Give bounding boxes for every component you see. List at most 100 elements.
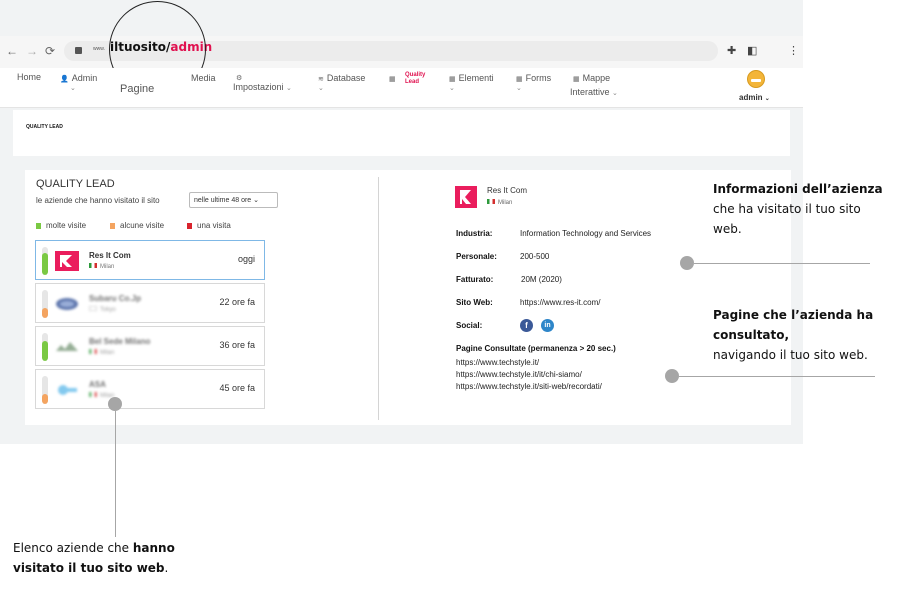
legend-label: una visita	[197, 221, 231, 230]
company-city: Milan	[89, 349, 114, 356]
company-city-label: Milan	[100, 350, 115, 356]
legend-label: alcune visite	[120, 221, 165, 230]
fatturato-label: Fatturato:	[456, 275, 494, 284]
menu-pagine-label: Pagine	[120, 83, 155, 95]
callout-line	[694, 263, 870, 264]
reload-icon[interactable]: ⟳	[45, 44, 55, 58]
list-item[interactable]: Subaru Co.Jp Tokyo 22 ore fa	[35, 283, 265, 323]
company-city-label: Tokyo	[100, 307, 116, 313]
period-select[interactable]: nelle ultime 48 ore ⌄	[189, 192, 278, 208]
visit-bar-fill	[42, 394, 48, 404]
callout-list-bold: hanno	[132, 541, 175, 555]
page-link[interactable]: https://www.techstyle.it/it/chi-siamo/	[456, 370, 582, 379]
menu-interattive[interactable]: Interattive ⌄	[570, 87, 618, 97]
menu-media[interactable]: Media	[191, 73, 216, 83]
linkedin-icon[interactable]: in	[541, 319, 554, 332]
menu-mappe[interactable]: ▦ Mappe	[573, 73, 610, 83]
callout-info: Informazioni dell’azienza che ha visitat…	[713, 179, 883, 239]
menu-home[interactable]: Home	[17, 72, 41, 82]
menu-forms[interactable]: ▦ Forms ⌄	[516, 73, 551, 92]
callout-list: Elenco aziende che hanno visitato il tuo…	[13, 538, 175, 578]
legend-some: alcune visite	[110, 221, 164, 230]
company-city-label: Milan	[100, 264, 115, 270]
visit-bar-fill	[42, 252, 48, 275]
callout-dot	[680, 256, 694, 270]
visit-time: 22 ore fa	[219, 297, 255, 307]
legend-one: una visita	[187, 221, 231, 230]
menu-impostazioni[interactable]: ⚙ Impostazioni ⌄	[233, 72, 292, 92]
callout-list-text: Elenco aziende che	[13, 541, 133, 555]
list-item[interactable]: Bel Sede Milano Milan 36 ore fa	[35, 326, 265, 366]
grid-icon: ▦	[389, 76, 396, 83]
menu-elementi[interactable]: ▦ Elementi ⌄	[449, 73, 494, 92]
company-logo	[56, 298, 78, 310]
detail-company-name: Res It Com	[487, 186, 528, 195]
visit-time: 45 ore fa	[219, 383, 255, 393]
sito-label: Sito Web:	[456, 298, 493, 307]
company-name: Res It Com	[89, 251, 131, 260]
back-icon[interactable]: ←	[6, 44, 18, 58]
visit-bar	[42, 333, 48, 361]
menu-pagine[interactable]: Pagine	[120, 83, 154, 95]
company-city: Tokyo	[89, 306, 116, 313]
url-prefix: www.	[93, 46, 105, 52]
callout-info-text: web.	[713, 222, 742, 236]
facebook-icon[interactable]: f	[520, 319, 533, 332]
period-value: nelle ultime 48 ore	[194, 197, 252, 204]
company-logo	[58, 385, 77, 395]
page-root: ← → ⟳ www. iltuosito/admin ✚ ◧ ⋮ Home 👤 A…	[0, 0, 899, 601]
header-card-title: QUALITY LEAD	[26, 124, 63, 130]
panel-title: QUALITY LEAD	[36, 178, 115, 190]
chevron-down-icon: ⌄	[449, 85, 455, 92]
legend-label: molte visite	[46, 221, 87, 230]
kebab-menu-icon[interactable]: ⋮	[788, 44, 799, 57]
italy-flag-icon	[89, 349, 97, 354]
company-city: Milan	[89, 263, 114, 270]
user-menu[interactable]: admin ⌄	[739, 93, 770, 102]
extensions-icon[interactable]: ✚	[727, 44, 736, 57]
callout-info-bold: Informazioni dell’azienza	[713, 182, 883, 196]
menu-admin[interactable]: 👤 Admin ⌄	[60, 73, 97, 92]
callout-line	[679, 376, 875, 377]
company-logo-large	[455, 186, 477, 208]
visit-time: oggi	[237, 254, 255, 264]
callout-dot	[108, 397, 122, 411]
legend-many: molte visite	[36, 221, 86, 230]
avatar[interactable]	[747, 70, 765, 88]
company-logo	[56, 342, 78, 351]
chevron-down-icon: ⌄	[764, 96, 770, 102]
database-icon: ≋	[318, 76, 324, 83]
forms-icon: ▦	[516, 76, 523, 83]
chevron-down-icon: ⌄	[70, 85, 76, 92]
callout-list-bold: visitato il tuo sito web	[13, 561, 165, 575]
visit-bar-fill	[42, 341, 48, 361]
list-item[interactable]: ASA Milan 45 ore fa	[35, 369, 265, 409]
menu-elementi-label: Elementi	[458, 73, 494, 83]
italy-flag-icon	[89, 263, 97, 268]
callout-dot	[665, 369, 679, 383]
menu-home-label: Home	[17, 72, 42, 82]
callout-line	[115, 411, 116, 537]
sito-value[interactable]: https://www.res-it.com/	[520, 298, 600, 307]
social-label: Social:	[456, 321, 483, 330]
gear-icon: ⚙	[236, 75, 243, 82]
personale-label: Personale:	[456, 252, 497, 261]
italy-flag-icon	[89, 392, 97, 397]
company-name: Bel Sede Milano	[89, 337, 151, 346]
menu-mappe-label: Mappe	[582, 73, 611, 83]
callout-info-text: che ha visitato il tuo sito	[713, 202, 861, 216]
chevron-down-icon: ⌄	[612, 90, 618, 97]
page-link[interactable]: https://www.techstyle.it/siti-web/record…	[456, 382, 602, 391]
detail-city-label: Milan	[498, 200, 513, 206]
callout-pages-bold: Pagine che l’azienda ha	[713, 308, 874, 322]
page-link[interactable]: https://www.techstyle.it/	[456, 358, 539, 367]
menu-database[interactable]: ≋ Database ⌄	[318, 73, 365, 92]
forward-icon[interactable]: →	[26, 44, 38, 58]
menu-quality-lead[interactable]: Quality Lead	[405, 72, 425, 86]
visit-bar-fill	[42, 308, 48, 318]
sidepanel-icon[interactable]: ◧	[747, 44, 757, 57]
map-icon: ▦	[573, 76, 580, 83]
industria-label: Industria:	[456, 229, 493, 238]
lock-icon	[75, 47, 82, 54]
list-item[interactable]: Res It Com Milan oggi	[35, 240, 265, 280]
